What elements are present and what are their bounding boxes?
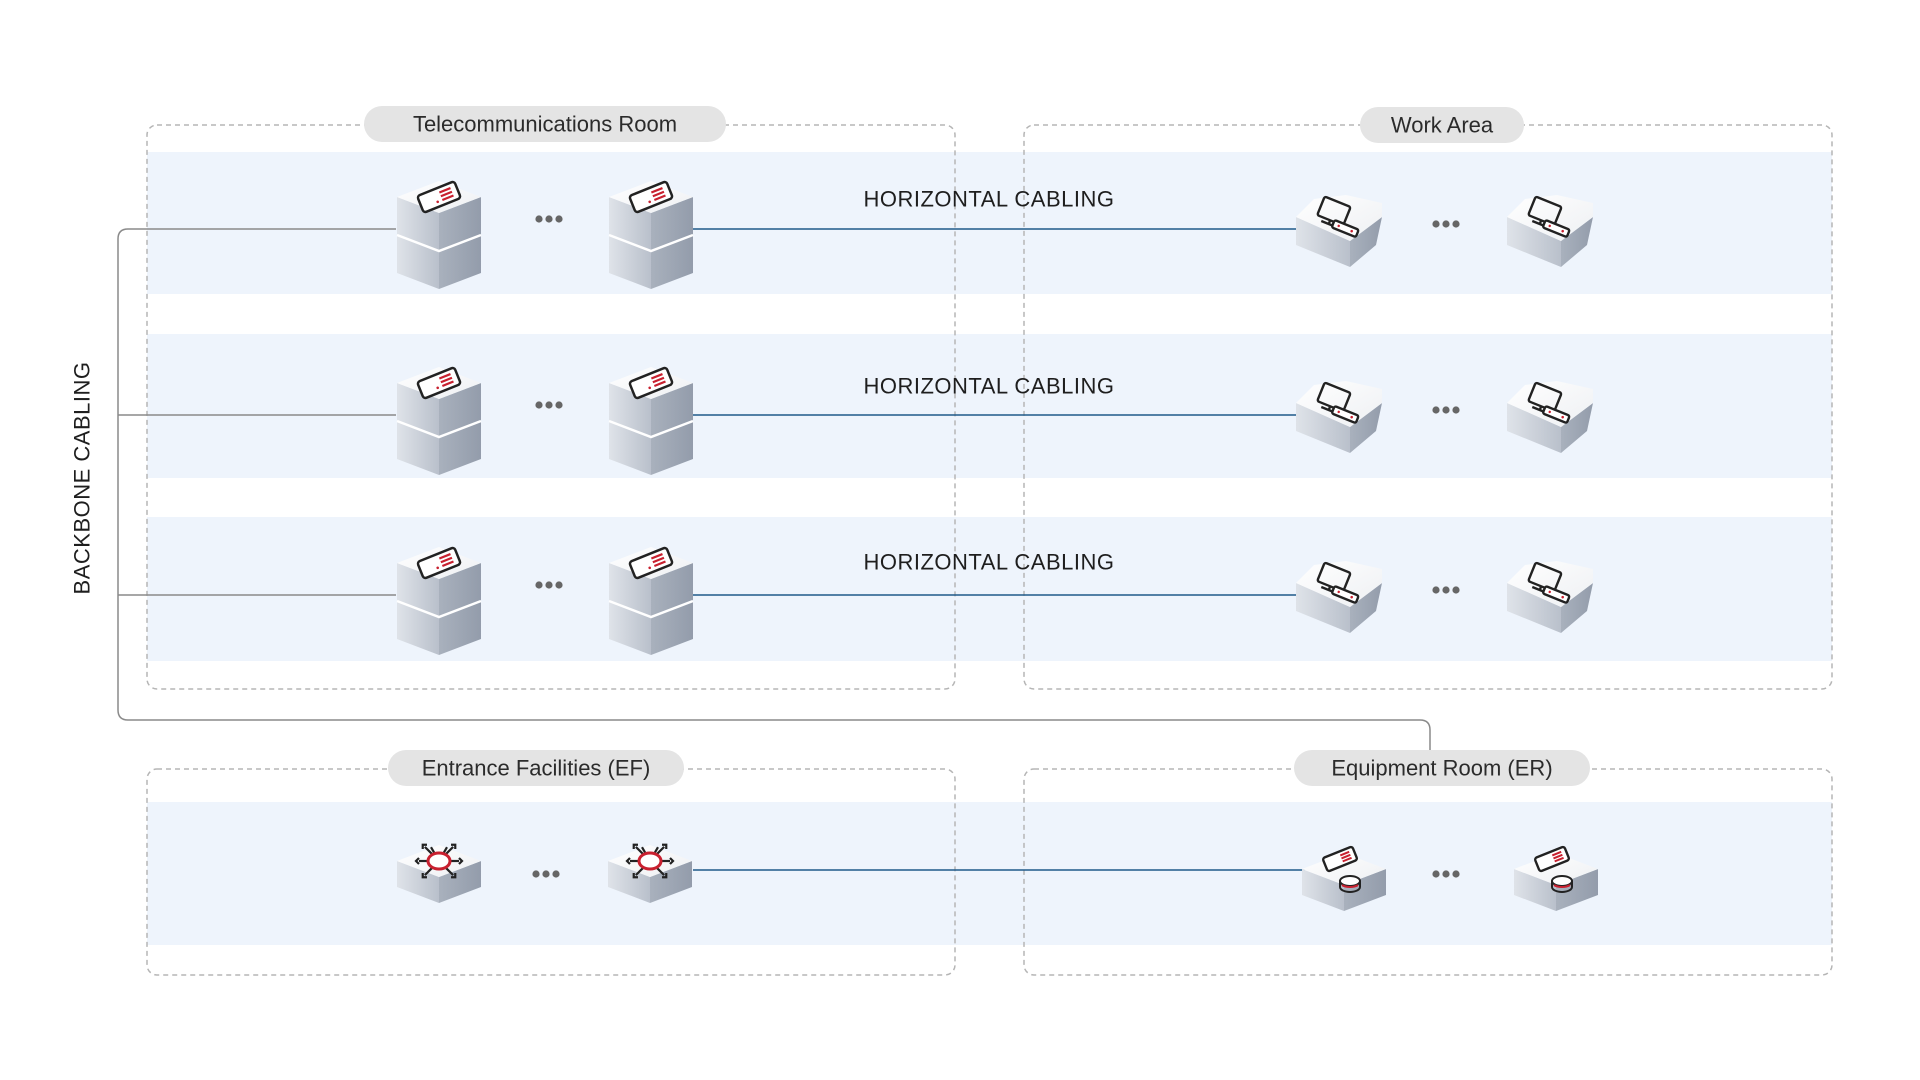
svg-text:Entrance Facilities (EF): Entrance Facilities (EF) xyxy=(422,756,651,781)
entrance-facilities-label: Entrance Facilities (EF) xyxy=(388,750,684,786)
ellipsis-work-area-1 xyxy=(1432,220,1460,228)
horizontal-cabling-label-3: HORIZONTAL CABLING xyxy=(863,550,1114,575)
ellipsis-entrance xyxy=(532,870,560,878)
ellipsis-telecom-1 xyxy=(535,215,563,223)
telecom-node-2b-stacked-server-cube-icon xyxy=(608,366,694,475)
svg-text:Equipment Room (ER): Equipment Room (ER) xyxy=(1331,756,1552,781)
work-area-label: Work Area xyxy=(1360,107,1524,143)
equipment-room-label: Equipment Room (ER) xyxy=(1294,750,1590,786)
backbone-cabling-label: BACKBONE CABLING xyxy=(70,362,95,595)
telecom-node-1a-stacked-server-cube-icon xyxy=(396,180,482,289)
telecom-node-3a-stacked-server-cube-icon xyxy=(396,546,482,655)
svg-text:Telecommunications Room: Telecommunications Room xyxy=(413,112,677,137)
horizontal-cabling-label-1: HORIZONTAL CABLING xyxy=(863,187,1114,212)
telecom-node-3b-stacked-server-cube-icon xyxy=(608,546,694,655)
horizontal-cabling-label-2: HORIZONTAL CABLING xyxy=(863,374,1114,399)
telecom-room-label: Telecommunications Room xyxy=(364,106,726,142)
svg-text:Work Area: Work Area xyxy=(1391,113,1494,138)
backbone-cabling-lines xyxy=(117,228,1431,769)
ellipsis-equipment xyxy=(1432,870,1460,878)
ellipsis-telecom-3 xyxy=(535,581,563,589)
ellipsis-telecom-2 xyxy=(535,401,563,409)
telecom-node-2a-stacked-server-cube-icon xyxy=(396,366,482,475)
telecom-node-1b-stacked-server-cube-icon xyxy=(608,180,694,289)
ellipsis-work-area-3 xyxy=(1432,586,1460,594)
cabling-diagram: BACKBONE CABLING HORIZONTAL CABLING HORI… xyxy=(70,106,1833,976)
ellipsis-work-area-2 xyxy=(1432,406,1460,414)
